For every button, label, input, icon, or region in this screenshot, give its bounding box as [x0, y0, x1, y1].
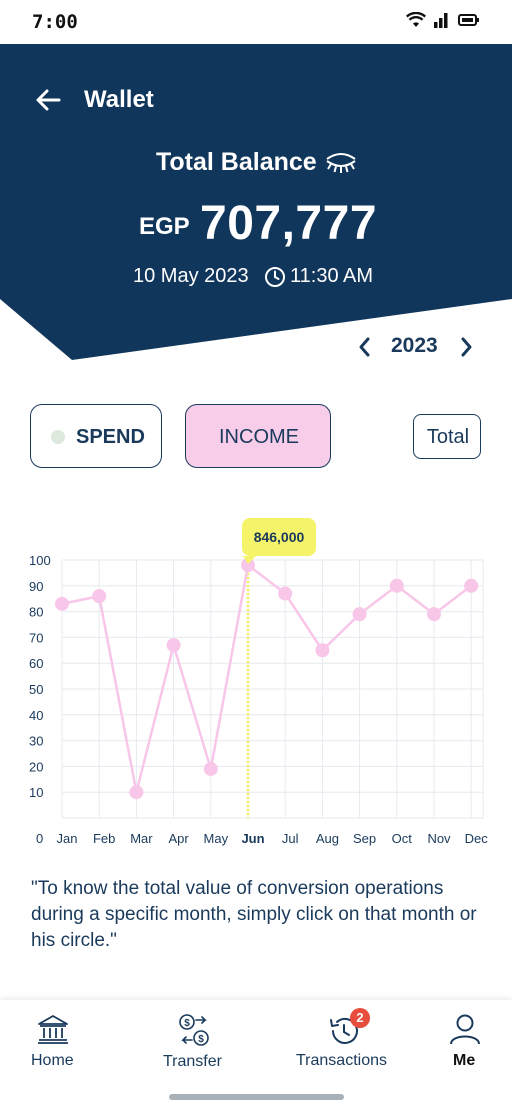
- x-tick-label-jun[interactable]: Jun: [241, 831, 264, 846]
- nav-me[interactable]: Me: [448, 1000, 484, 1090]
- data-point-dec[interactable]: [464, 578, 479, 593]
- nav-transfer[interactable]: $ $ Transfer: [160, 1000, 230, 1090]
- currency-label: EGP: [139, 213, 190, 240]
- signal-icon: [434, 13, 448, 28]
- y-tick-label: 70: [29, 630, 43, 645]
- wifi-icon: [406, 12, 426, 27]
- status-bar: 7:00: [0, 0, 512, 44]
- data-point-nov[interactable]: [427, 607, 441, 622]
- x-tick-label-aug[interactable]: Aug: [316, 831, 339, 846]
- income-line-chart: 0 10 20 30 40 50 60 70 80 90 100 Jan Feb Mar Apr May Jun…: [29, 518, 489, 846]
- x-tick-label-may[interactable]: May: [204, 831, 229, 846]
- income-toggle-button[interactable]: INCOME: [185, 404, 331, 468]
- battery-icon: [458, 14, 479, 26]
- tooltip-value: 846,000: [254, 529, 305, 545]
- x-tick-label-sep[interactable]: Sep: [353, 831, 376, 846]
- total-balance-label: Total Balance: [156, 148, 317, 176]
- nav-home[interactable]: Home: [22, 1000, 84, 1090]
- page-title: Wallet: [84, 86, 154, 113]
- balance-time: 11:30 AM: [290, 265, 374, 287]
- chevron-left-icon[interactable]: [354, 334, 376, 360]
- y-tick-label: 0: [36, 831, 43, 846]
- nav-home-label: Home: [31, 1052, 74, 1069]
- chevron-right-icon[interactable]: [455, 334, 477, 360]
- total-label: Total: [426, 426, 470, 448]
- nav-me-label: Me: [453, 1052, 476, 1069]
- svg-text:$: $: [198, 1034, 204, 1045]
- clock-icon: [265, 267, 285, 287]
- transactions-badge: 2: [350, 1008, 370, 1028]
- y-tick-label: 50: [29, 682, 43, 697]
- nav-transactions-label: Transactions: [296, 1052, 387, 1069]
- y-tick-label: 30: [29, 734, 43, 749]
- y-tick-label: 40: [29, 708, 43, 723]
- x-tick-label-oct[interactable]: Oct: [392, 831, 413, 846]
- x-tick-label-feb[interactable]: Feb: [93, 831, 115, 846]
- x-tick-label-dec[interactable]: Dec: [465, 831, 489, 846]
- data-point-may[interactable]: [203, 761, 218, 776]
- eye-closed-icon[interactable]: [324, 150, 358, 176]
- income-label: INCOME: [219, 426, 299, 448]
- balance-amount: 707,777: [200, 197, 378, 250]
- chart-instruction-note: "To know the total value of conversion o…: [31, 878, 477, 951]
- user-icon: [450, 1014, 480, 1045]
- data-point-apr[interactable]: [166, 638, 181, 653]
- x-tick-label-jul[interactable]: Jul: [282, 831, 299, 846]
- status-icons: [406, 12, 480, 28]
- data-point-aug[interactable]: [315, 643, 330, 658]
- nav-transfer-label: Transfer: [163, 1053, 222, 1070]
- x-tick-label-nov[interactable]: Nov: [427, 831, 451, 846]
- status-time: 7:00: [32, 11, 78, 33]
- bank-icon: [38, 1015, 68, 1044]
- data-point-jan[interactable]: [55, 596, 69, 611]
- home-indicator: [169, 1094, 344, 1100]
- x-tick-label-jan[interactable]: Jan: [57, 831, 78, 846]
- y-tick-label: 80: [29, 605, 43, 620]
- spend-label: SPEND: [76, 426, 145, 448]
- total-button[interactable]: Total: [413, 414, 481, 459]
- x-tick-label-mar[interactable]: Mar: [130, 831, 153, 846]
- year-label: 2023: [391, 334, 438, 357]
- y-tick-label: 100: [29, 553, 51, 568]
- income-series-line: [61, 563, 472, 794]
- data-point-mar[interactable]: [129, 785, 144, 800]
- spend-dot-icon: [51, 430, 65, 444]
- spend-toggle-button[interactable]: SPEND: [30, 404, 162, 468]
- data-point-feb[interactable]: [92, 589, 107, 604]
- y-tick-label: 10: [29, 785, 43, 800]
- back-arrow-icon[interactable]: [34, 86, 62, 114]
- nav-transactions[interactable]: 2 Transactions: [295, 1000, 395, 1090]
- data-point-oct[interactable]: [389, 578, 404, 593]
- y-tick-label: 60: [29, 656, 43, 671]
- data-point-jul[interactable]: [278, 586, 293, 601]
- currency-exchange-icon: $ $: [179, 1014, 209, 1046]
- svg-text:$: $: [184, 1018, 190, 1029]
- balance-date: 10 May 2023: [133, 265, 249, 287]
- x-tick-label-apr[interactable]: Apr: [168, 831, 189, 846]
- y-tick-label: 90: [29, 579, 43, 594]
- data-point-sep[interactable]: [352, 607, 367, 622]
- y-tick-label: 20: [29, 759, 43, 774]
